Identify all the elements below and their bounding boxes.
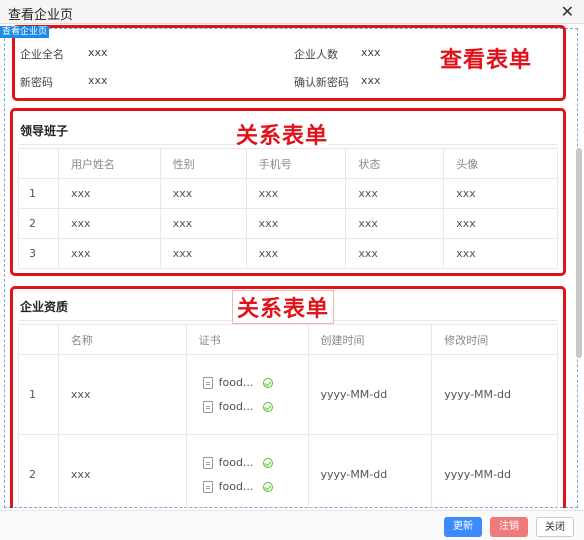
annotation-relation-form-1: 关系表单: [236, 118, 329, 150]
cell-index: 1: [18, 354, 59, 435]
cell-index: 3: [18, 238, 59, 269]
certificate-file[interactable]: food...: [202, 371, 308, 395]
dialog-footer: 更新 注销 关闭: [0, 510, 584, 540]
cell: xxx: [57, 208, 161, 239]
cell: xxx: [345, 178, 445, 209]
cell: xxx: [57, 238, 161, 269]
table-row[interactable]: 1 xxx food... food... yyyy-MM-dd yyyy-MM…: [18, 354, 558, 435]
dialog-title: 查看企业页: [8, 8, 74, 23]
cell: xxx: [345, 208, 445, 239]
document-icon: [202, 456, 213, 469]
file-name: food...: [218, 480, 254, 493]
cell: xxx: [245, 178, 347, 209]
column-header: 头像: [443, 148, 558, 179]
selection-tag: 查看企业页: [0, 26, 50, 38]
table-header-row: 用户姓名 性别 手机号 状态 头像: [18, 148, 558, 179]
cell-certificates: food... food...: [185, 354, 309, 435]
field-label-confirm-password: 确认新密码: [294, 76, 349, 89]
file-name: food...: [218, 456, 254, 469]
file-name: food...: [218, 376, 254, 389]
cell-index: 1: [18, 178, 59, 209]
column-header: 用户姓名: [57, 148, 161, 179]
close-icon[interactable]: ✕: [561, 2, 574, 21]
cell: yyyy-MM-dd: [307, 354, 433, 435]
field-value-company-name: xxx: [88, 46, 108, 59]
check-circle-icon: [263, 377, 274, 388]
cell-certificates: food... food...: [185, 434, 309, 508]
cell: xxx: [345, 238, 445, 269]
close-button[interactable]: 关闭: [536, 517, 574, 537]
column-header: 手机号: [245, 148, 347, 179]
cell: xxx: [443, 178, 558, 209]
column-header: [18, 148, 59, 179]
title-bar: 查看企业页 ✕: [0, 0, 584, 24]
field-label-employee-count: 企业人数: [294, 48, 338, 61]
column-header: 性别: [159, 148, 247, 179]
leaders-table: 用户姓名 性别 手机号 状态 头像 1 xxx xxx xxx xxx xxx …: [18, 148, 558, 269]
document-icon: [202, 376, 213, 389]
check-circle-icon: [263, 481, 274, 492]
cell: xxx: [57, 354, 187, 435]
table-row[interactable]: 3 xxx xxx xxx xxx xxx: [18, 238, 558, 269]
qualifications-table-viewport: 名称 证书 创建时间 修改时间 1 xxx food... food... yy…: [18, 324, 558, 508]
field-label-company-name: 企业全名: [20, 48, 64, 61]
column-header: 创建时间: [307, 324, 433, 355]
section-title-qualifications: 企业资质: [20, 300, 69, 314]
document-icon: [202, 480, 213, 493]
annotation-relation-form-2: 关系表单: [232, 290, 335, 324]
cell: xxx: [159, 178, 247, 209]
cell: xxx: [245, 208, 347, 239]
update-button[interactable]: 更新: [444, 517, 482, 537]
vertical-scrollbar[interactable]: [576, 148, 582, 358]
column-header: 状态: [345, 148, 445, 179]
cell: xxx: [443, 208, 558, 239]
cell: xxx: [443, 238, 558, 269]
column-header: 修改时间: [431, 324, 558, 355]
field-value-new-password: xxx: [88, 74, 108, 87]
check-circle-icon: [263, 457, 274, 468]
column-header: 证书: [185, 324, 309, 355]
cell: yyyy-MM-dd: [431, 434, 558, 508]
deregister-button[interactable]: 注销: [490, 517, 528, 537]
column-header: 名称: [57, 324, 187, 355]
section-title-leaders: 领导班子: [20, 124, 69, 138]
certificate-file[interactable]: food...: [202, 475, 308, 499]
field-value-employee-count: xxx: [361, 46, 381, 59]
table-row[interactable]: 2 xxx xxx xxx xxx xxx: [18, 208, 558, 239]
cell: xxx: [57, 178, 161, 209]
cell: yyyy-MM-dd: [307, 434, 433, 508]
certificate-file[interactable]: food...: [202, 451, 308, 475]
check-circle-icon: [263, 401, 274, 412]
cell: xxx: [159, 238, 247, 269]
cell-index: 2: [18, 434, 59, 508]
document-icon: [202, 400, 213, 413]
cell: xxx: [245, 238, 347, 269]
qualifications-table: 名称 证书 创建时间 修改时间 1 xxx food... food... yy…: [18, 324, 558, 508]
table-row[interactable]: 2 xxx food... food... yyyy-MM-dd yyyy-MM…: [18, 434, 558, 508]
dialog: 查看企业页 ✕ 查看企业页 企业全名 xxx 企业人数 xxx 新密码 xxx …: [0, 0, 584, 540]
column-header: [18, 324, 59, 355]
cell: yyyy-MM-dd: [431, 354, 558, 435]
cell: xxx: [57, 434, 187, 508]
cell: xxx: [159, 208, 247, 239]
cell-index: 2: [18, 208, 59, 239]
table-row[interactable]: 1 xxx xxx xxx xxx xxx: [18, 178, 558, 209]
certificate-file[interactable]: food...: [202, 395, 308, 419]
field-label-new-password: 新密码: [20, 76, 53, 89]
table-header-row: 名称 证书 创建时间 修改时间: [18, 324, 558, 355]
field-value-confirm-password: xxx: [361, 74, 381, 87]
annotation-view-form: 查看表单: [440, 42, 533, 74]
file-name: food...: [218, 400, 254, 413]
